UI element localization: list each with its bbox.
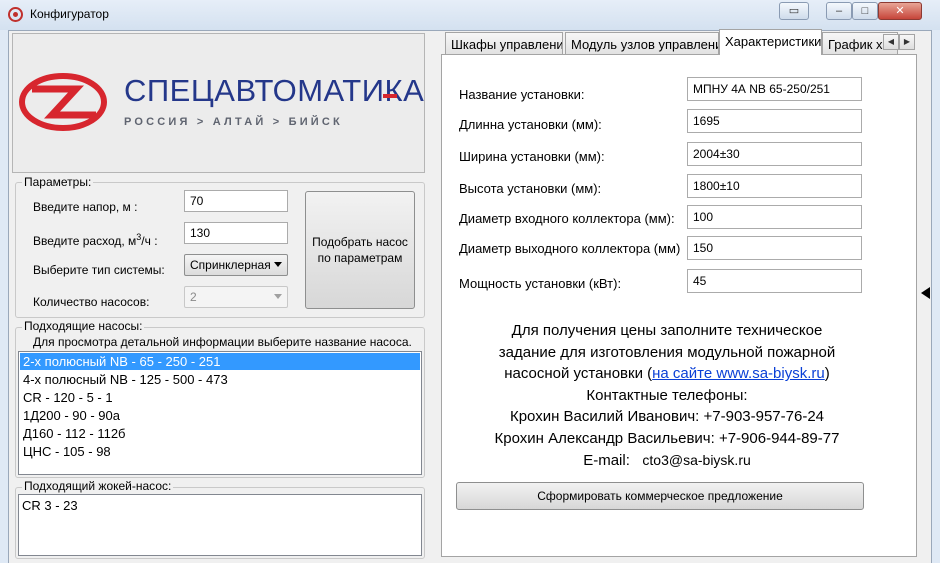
- head-label: Введите напор, м :: [33, 200, 138, 214]
- window-title: Конфигуратор: [30, 7, 109, 21]
- email-value: cto3@sa-biysk.ru: [642, 451, 751, 468]
- install-width-label: Ширина установки (мм):: [459, 149, 605, 164]
- install-length-field[interactable]: 1695: [687, 109, 862, 133]
- power-field[interactable]: 45: [687, 269, 862, 293]
- power-label: Мощность установки (кВт):: [459, 276, 622, 291]
- flow-label-suffix: /ч :: [141, 234, 158, 248]
- jockey-legend: Подходящий жокей-насос:: [22, 479, 174, 493]
- system-type-label: Выберите тип системы:: [33, 263, 165, 277]
- list-item[interactable]: 2-х полюсный NB - 65 - 250 - 251: [20, 353, 420, 370]
- logo-dash: [383, 94, 397, 98]
- pump-count-label: Количество насосов:: [33, 295, 150, 309]
- system-type-select[interactable]: Спринклерная: [184, 254, 288, 276]
- install-height-label: Высота установки (мм):: [459, 181, 602, 196]
- window-extra-button[interactable]: ▭: [779, 2, 809, 20]
- logo-text: СПЕЦАВТОМАТИКА: [124, 73, 425, 108]
- commercial-offer-button[interactable]: Сформировать коммерческое предложение: [456, 482, 864, 510]
- inlet-diameter-field[interactable]: 100: [687, 205, 862, 229]
- contact-phone: Крохин Василий Иванович: +7-903-957-76-2…: [509, 408, 825, 426]
- app-icon: [8, 7, 23, 22]
- outlet-diameter-field[interactable]: 150: [687, 236, 862, 260]
- tab-characteristics[interactable]: Характеристики: [719, 29, 822, 55]
- list-item[interactable]: Д160 - 112 - 112б: [20, 425, 420, 442]
- splitter-arrow-icon[interactable]: [921, 287, 930, 299]
- flow-label: Введите расход, м3/ч :: [33, 232, 158, 248]
- install-name-field[interactable]: МПНУ 4А NB 65-250/251: [687, 77, 862, 101]
- website-link[interactable]: на сайте www.sa-biysk.ru: [652, 365, 825, 382]
- close-button[interactable]: ✕: [878, 2, 922, 20]
- maximize-button[interactable]: □: [852, 2, 878, 20]
- contact-phone: Крохин Александр Васильевич: +7-906-944-…: [494, 429, 840, 447]
- list-item[interactable]: 4-х полюсный NB - 125 - 500 - 473: [20, 371, 420, 388]
- install-length-label: Длинна установки (мм):: [459, 117, 602, 132]
- install-width-field[interactable]: 2004±30: [687, 142, 862, 166]
- head-input[interactable]: 70: [184, 190, 288, 212]
- list-item[interactable]: CR - 120 - 5 - 1: [20, 389, 420, 406]
- logo-subtitle: РОССИЯ > АЛТАЙ > БИЙСК: [124, 116, 343, 128]
- chevron-down-icon: [274, 262, 282, 267]
- info-line-with-link: насосной установки (на сайте www.sa-biys…: [442, 363, 892, 385]
- email-label: E-mail:: [583, 451, 630, 469]
- tab-control-nodes[interactable]: Модуль узлов управления: [565, 32, 719, 54]
- info-line: Для получения цены заполните техническое: [511, 322, 823, 339]
- tab-scroll-left-icon[interactable]: ◀: [883, 34, 899, 50]
- contacts-heading: Контактные телефоны:: [586, 386, 748, 404]
- chevron-down-icon: [274, 294, 282, 299]
- pumps-hint: Для просмотра детальной информации выбер…: [33, 335, 412, 349]
- install-height-field[interactable]: 1800±10: [687, 174, 862, 198]
- info-text: насосной установки (: [504, 365, 653, 383]
- pumps-list[interactable]: 2-х полюсный NB - 65 - 250 - 251 4-х пол…: [18, 351, 422, 475]
- pumps-legend: Подходящие насосы:: [22, 319, 145, 333]
- list-item[interactable]: 1Д200 - 90 - 90а: [20, 407, 420, 424]
- minimize-button[interactable]: –: [826, 2, 852, 20]
- flow-input[interactable]: 130: [184, 222, 288, 244]
- contact-info: Для получения цены заполните техническое…: [442, 320, 892, 471]
- tab-scroll-right-icon[interactable]: ▶: [899, 34, 915, 50]
- company-logo-icon: [19, 73, 107, 131]
- outlet-diameter-label: Диаметр выходного коллектора (мм): [459, 241, 681, 256]
- info-line: задание для изготовления модульной пожар…: [498, 343, 836, 361]
- pick-pump-button[interactable]: Подобрать насос по параметрам: [305, 191, 415, 309]
- parameters-legend: Параметры:: [22, 175, 94, 189]
- pump-count-select: 2: [184, 286, 288, 308]
- email-row: E-mail: cto3@sa-biysk.ru: [442, 450, 892, 472]
- list-item[interactable]: CR 3 - 23: [22, 498, 78, 513]
- list-item[interactable]: ЦНС - 105 - 98: [20, 443, 420, 460]
- pump-count-value: 2: [190, 290, 197, 304]
- flow-label-prefix: Введите расход, м: [33, 234, 137, 248]
- tab-control-cabinets[interactable]: Шкафы управления: [445, 32, 563, 54]
- install-name-label: Название установки:: [459, 87, 585, 102]
- inlet-diameter-label: Диаметр входного коллектора (мм):: [459, 211, 675, 226]
- jockey-list[interactable]: CR 3 - 23: [18, 494, 422, 556]
- system-type-value: Спринклерная: [190, 258, 271, 272]
- info-text: ): [824, 365, 830, 383]
